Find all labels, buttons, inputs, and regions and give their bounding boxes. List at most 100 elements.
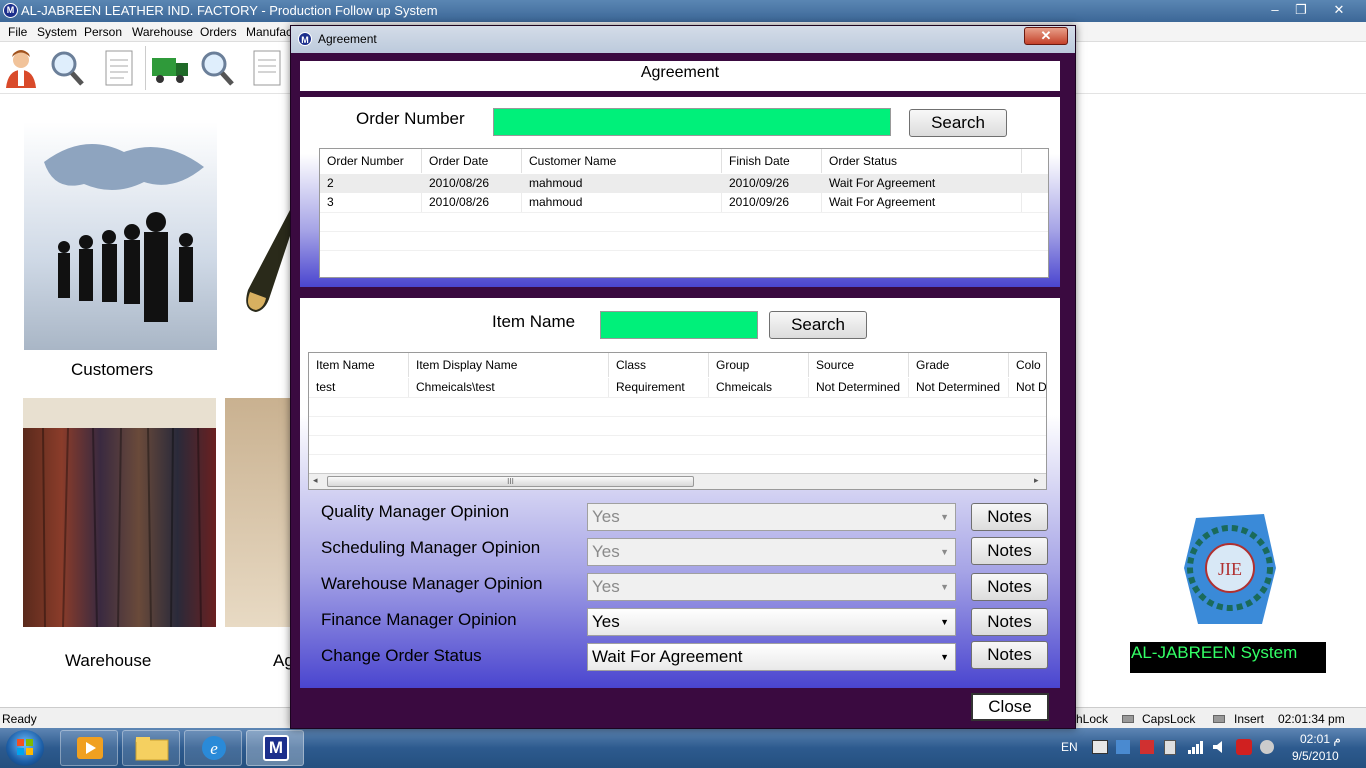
order-panel: Order Number Search Order Number Order D… — [300, 97, 1060, 287]
maximize-button[interactable]: ❐ — [1290, 2, 1312, 18]
document-icon[interactable] — [100, 48, 138, 88]
search-icon-2[interactable] — [198, 48, 236, 88]
close-window-button[interactable]: ✕ — [1328, 2, 1350, 18]
order-number-input[interactable] — [493, 108, 891, 136]
menu-person[interactable]: Person — [84, 25, 122, 39]
network-icon[interactable] — [1188, 740, 1204, 757]
warehouse-opinion-select[interactable]: Yes ▼ — [587, 573, 956, 601]
orders-col-order-date[interactable]: Order Date — [422, 149, 522, 173]
pen-image[interactable] — [240, 200, 292, 320]
internet-explorer-icon[interactable]: e — [184, 730, 242, 766]
document-icon-2[interactable] — [248, 48, 286, 88]
language-indicator[interactable]: EN — [1061, 740, 1078, 754]
tray-icon-3[interactable] — [1140, 740, 1154, 754]
order-cell: 2010/08/26 — [422, 193, 522, 212]
order-cell: Wait For Agreement — [822, 193, 1022, 212]
customers-image[interactable] — [24, 122, 217, 350]
order-search-button[interactable]: Search — [909, 109, 1007, 137]
empty-row — [309, 416, 1046, 435]
tray-icon-2[interactable] — [1116, 740, 1130, 754]
menu-system[interactable]: System — [37, 25, 77, 39]
search-icon[interactable] — [48, 48, 86, 88]
orders-col-finish-date[interactable]: Finish Date — [722, 149, 822, 173]
scroll-right-icon[interactable]: ▸ — [1034, 475, 1039, 486]
quality-opinion-select[interactable]: Yes ▼ — [587, 503, 956, 531]
start-button[interactable] — [6, 730, 44, 766]
taskbar-clock-date[interactable]: 9/5/2010 — [1292, 749, 1339, 763]
tray-icon-6[interactable] — [1260, 740, 1274, 754]
status-ready: Ready — [2, 712, 37, 726]
main-window-title: AL-JABREEN LEATHER IND. FACTORY - Produc… — [21, 3, 438, 18]
status-insert: Insert — [1234, 712, 1265, 726]
dialog-close-button[interactable]: ✕ — [1024, 27, 1068, 45]
orders-col-order-number[interactable]: Order Number — [320, 149, 422, 173]
media-player-icon[interactable] — [60, 730, 118, 766]
items-col-display-name[interactable]: Item Display Name — [409, 353, 609, 377]
item-cell: Not D — [1009, 378, 1046, 397]
item-search-button[interactable]: Search — [769, 311, 867, 339]
scheduling-notes-button[interactable]: Notes — [971, 537, 1048, 565]
change-status-label: Change Order Status — [321, 646, 482, 665]
finance-notes-button[interactable]: Notes — [971, 608, 1048, 636]
app-icon: M — [3, 3, 18, 18]
table-row[interactable]: 2 2010/08/26 mahmoud 2010/09/26 Wait For… — [320, 174, 1048, 193]
items-col-source[interactable]: Source — [809, 353, 909, 377]
item-cell: Chmeicals — [709, 378, 809, 397]
horizontal-scrollbar[interactable]: ◂ III ▸ — [309, 473, 1046, 489]
menu-manufacturing[interactable]: Manufac — [246, 25, 292, 39]
scroll-left-icon[interactable]: ◂ — [313, 475, 318, 486]
tray-icon-4[interactable] — [1164, 740, 1176, 755]
finance-opinion-select[interactable]: Yes ▼ — [587, 608, 956, 636]
chevron-down-icon: ▼ — [940, 582, 949, 592]
quality-notes-button[interactable]: Notes — [971, 503, 1048, 531]
person-icon[interactable] — [2, 48, 40, 88]
items-col-item-name[interactable]: Item Name — [309, 353, 409, 377]
empty-row — [309, 435, 1046, 454]
status-capslock: CapsLock — [1142, 712, 1196, 726]
explorer-icon[interactable] — [122, 730, 180, 766]
items-col-class[interactable]: Class — [609, 353, 709, 377]
scroll-thumb[interactable]: III — [327, 476, 694, 487]
agreement-image[interactable] — [225, 398, 292, 627]
dialog-app-icon: M — [298, 32, 312, 46]
change-status-select[interactable]: Wait For Agreement ▼ — [587, 643, 956, 671]
scheduling-opinion-select[interactable]: Yes ▼ — [587, 538, 956, 566]
quality-opinion-value: Yes — [592, 507, 620, 526]
close-button[interactable]: Close — [971, 693, 1049, 721]
minimize-button[interactable]: – — [1264, 2, 1286, 18]
dialog-title: Agreement — [318, 32, 377, 46]
taskbar-clock-time[interactable]: 02:01 م — [1300, 732, 1341, 746]
items-col-group[interactable]: Group — [709, 353, 809, 377]
tray-icon-5[interactable] — [1236, 739, 1252, 755]
customers-label: Customers — [71, 360, 154, 379]
item-cell: Not Determined — [909, 378, 1009, 397]
svg-text:JIE: JIE — [1218, 559, 1242, 579]
warehouse-opinion-value: Yes — [592, 577, 620, 596]
status-time: 02:01:34 pm — [1278, 712, 1345, 726]
items-col-color[interactable]: Colo — [1009, 353, 1046, 377]
orders-col-order-status[interactable]: Order Status — [822, 149, 1022, 173]
svg-text:e: e — [210, 739, 218, 758]
volume-icon[interactable] — [1212, 740, 1228, 757]
order-cell: 2010/09/26 — [722, 193, 822, 212]
truck-icon[interactable] — [150, 48, 188, 88]
capslock-indicator-icon — [1122, 715, 1134, 723]
finance-opinion-label: Finance Manager Opinion — [321, 610, 517, 629]
table-row[interactable]: 3 2010/08/26 mahmoud 2010/09/26 Wait For… — [320, 193, 1048, 212]
tray-icon-1[interactable] — [1092, 740, 1108, 754]
change-status-notes-button[interactable]: Notes — [971, 641, 1048, 669]
menu-orders[interactable]: Orders — [200, 25, 237, 39]
warehouse-notes-button[interactable]: Notes — [971, 573, 1048, 601]
orders-col-customer-name[interactable]: Customer Name — [522, 149, 722, 173]
menu-warehouse[interactable]: Warehouse — [132, 25, 193, 39]
finance-opinion-value: Yes — [592, 612, 620, 631]
menu-file[interactable]: File — [8, 25, 27, 39]
item-name-input[interactable] — [600, 311, 758, 339]
items-col-grade[interactable]: Grade — [909, 353, 1009, 377]
warehouse-image[interactable] — [23, 398, 216, 628]
table-row[interactable]: test Chmeicals\test Requirement Chmeical… — [309, 378, 1046, 397]
items-grid: Item Name Item Display Name Class Group … — [308, 352, 1047, 490]
taskbar-app-button[interactable]: M — [246, 730, 304, 766]
order-cell: mahmoud — [522, 193, 722, 212]
order-cell: 2 — [320, 174, 422, 193]
